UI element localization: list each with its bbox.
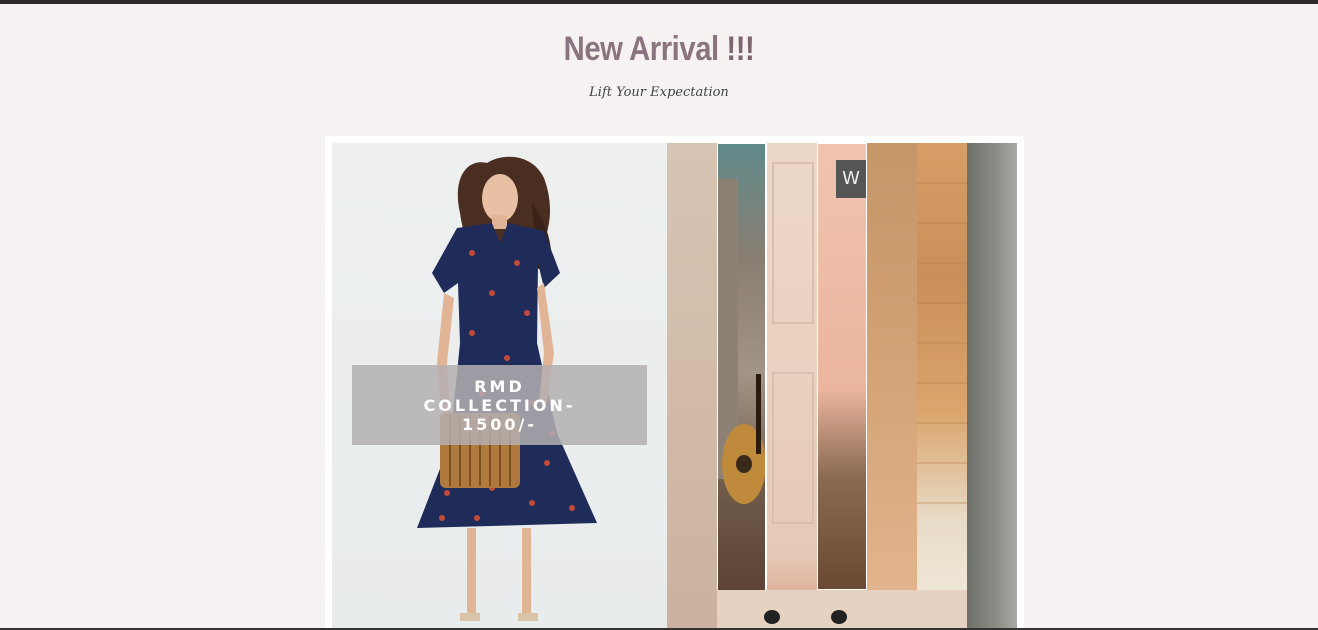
- slide-strip-4: W: [817, 143, 867, 590]
- brick-wall-image: [917, 182, 967, 504]
- brand-badge: W: [836, 160, 866, 198]
- slide-strip-6: [917, 143, 967, 590]
- guitar-image: [718, 179, 765, 504]
- slide-strip-7: [967, 143, 1017, 630]
- slide-caption-text: RMD COLLECTION-1500/-: [423, 376, 576, 434]
- top-border: [0, 0, 1318, 4]
- shoes-image: [764, 610, 847, 624]
- slide-caption[interactable]: RMD COLLECTION-1500/-: [352, 365, 647, 445]
- section-title: New Arrival !!!: [563, 30, 755, 68]
- title-emphasis: !!!: [726, 30, 755, 68]
- section-subtitle: Lift Your Expectation: [589, 85, 729, 100]
- slide-strip-3: [766, 143, 817, 630]
- featured-slide[interactable]: RMD COLLECTION-1500/-: [332, 143, 667, 630]
- slide-strip-bottom: [717, 590, 967, 630]
- slide-strip-1: [667, 143, 717, 630]
- slide-strip-5: [867, 143, 917, 590]
- door-panel-image: [772, 162, 814, 524]
- slide-strip-2: [717, 143, 766, 605]
